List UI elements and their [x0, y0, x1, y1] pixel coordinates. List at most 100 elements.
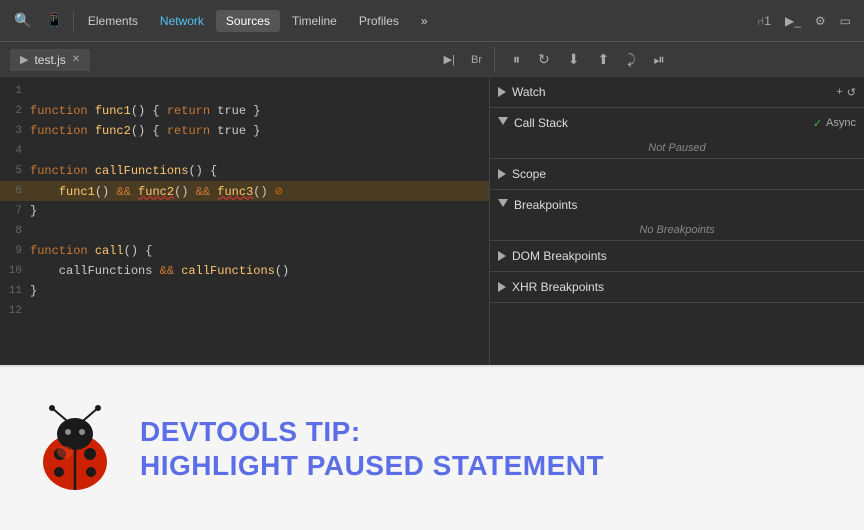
- file-tab-close-button[interactable]: ✕: [72, 54, 80, 65]
- code-line-10: 10 callFunctions && callFunctions(): [0, 261, 489, 281]
- code-line-5: 5 function callFunctions() {: [0, 161, 489, 181]
- debug-toolbar: ▶ test.js ✕ ▶| Br ⏸ ↻ ⬇ ⬆ ⤸ ⏯: [0, 41, 864, 77]
- breakpoints-header[interactable]: Breakpoints: [490, 190, 864, 220]
- settings-icon[interactable]: ⚙: [810, 12, 831, 30]
- code-line-4: 4: [0, 141, 489, 161]
- tab-elements[interactable]: Elements: [78, 10, 148, 32]
- line-number: 6: [0, 185, 30, 197]
- search-icon[interactable]: 🔍: [8, 8, 37, 33]
- line-number: 8: [0, 225, 30, 237]
- breakpoints-triangle-icon: [498, 199, 508, 212]
- breakpoints-status: No Breakpoints: [490, 220, 864, 240]
- dom-breakpoints-header[interactable]: DOM Breakpoints: [490, 241, 864, 271]
- line-number: 4: [0, 145, 30, 157]
- checkmark-icon: ✓: [813, 117, 822, 130]
- line-number: 11: [0, 285, 30, 297]
- file-tab[interactable]: ▶ test.js ✕: [10, 49, 90, 71]
- breakpoints-label: Breakpoints: [514, 198, 856, 212]
- toolbar-separator: [73, 11, 74, 31]
- watch-label: Watch: [512, 85, 830, 99]
- step-out-button[interactable]: ⬆: [591, 47, 615, 72]
- call-stack-header[interactable]: Call Stack ✓ Async: [490, 108, 864, 138]
- tip-text-container: DevTools Tip: Highlight Paused Statement: [140, 415, 604, 482]
- line-number: 3: [0, 125, 30, 137]
- thread-indicator[interactable]: ⑁1: [752, 12, 776, 30]
- code-line-6: 6 func1() && func2() && func3() ⊘: [0, 181, 489, 201]
- watch-section: Watch + ↺: [490, 77, 864, 108]
- line-number: 12: [0, 305, 30, 317]
- line-number: 1: [0, 85, 30, 97]
- line-number: 7: [0, 205, 30, 217]
- scope-header[interactable]: Scope: [490, 159, 864, 189]
- line-number: 10: [0, 265, 30, 277]
- code-line-3: 3 function func2() { return true }: [0, 121, 489, 141]
- line-content: }: [30, 204, 37, 218]
- line-content: callFunctions && callFunctions(): [30, 264, 289, 278]
- right-panel: Watch + ↺ Call Stack ✓ Async Not Paused: [490, 77, 864, 365]
- console-icon[interactable]: ▶_: [780, 12, 806, 30]
- line-number: 9: [0, 245, 30, 257]
- line-content: function callFunctions() {: [30, 164, 217, 178]
- xhr-breakpoints-label: XHR Breakpoints: [512, 280, 856, 294]
- code-line-7: 7 }: [0, 201, 489, 221]
- code-line-9: 9 function call() {: [0, 241, 489, 261]
- watch-refresh-button[interactable]: ↺: [847, 86, 856, 99]
- call-stack-label: Call Stack: [514, 116, 807, 130]
- async-label: Async: [826, 117, 856, 129]
- watch-triangle-icon: [498, 87, 506, 97]
- async-checkbox-area[interactable]: ✓ Async: [813, 117, 856, 130]
- xhr-breakpoints-header[interactable]: XHR Breakpoints: [490, 272, 864, 302]
- code-line-2: 2 function func1() { return true }: [0, 101, 489, 121]
- code-lines: 1 2 function func1() { return true } 3 f…: [0, 77, 489, 325]
- code-editor[interactable]: 1 2 function func1() { return true } 3 f…: [0, 77, 490, 365]
- tab-network[interactable]: Network: [150, 10, 214, 32]
- debug-controls-left: ▶ test.js ✕ ▶| Br: [4, 49, 494, 71]
- call-stack-triangle-icon: [498, 117, 508, 130]
- dom-breakpoints-label: DOM Breakpoints: [512, 249, 856, 263]
- ladybug-icon: [30, 404, 120, 494]
- step-into-button[interactable]: ⬇: [562, 47, 586, 72]
- pause-on-exception-button[interactable]: ⏯: [648, 47, 671, 72]
- xhr-breakpoints-triangle-icon: [498, 282, 506, 292]
- step-over-button[interactable]: ↻: [532, 47, 556, 72]
- scope-section: Scope: [490, 159, 864, 190]
- dock-icon[interactable]: ▭: [835, 12, 856, 30]
- watch-actions: + ↺: [836, 86, 856, 99]
- line-content: function call() {: [30, 244, 152, 258]
- line-content: func1() && func2() && func3() ⊘: [30, 184, 283, 199]
- line-number: 5: [0, 165, 30, 177]
- code-line-11: 11 }: [0, 281, 489, 301]
- call-stack-status: Not Paused: [490, 138, 864, 158]
- debug-pretty-print-icon[interactable]: Br: [465, 50, 488, 70]
- file-tab-name: test.js: [34, 53, 65, 67]
- dom-breakpoints-section: DOM Breakpoints: [490, 241, 864, 272]
- tip-title: DevTools Tip:: [140, 415, 604, 449]
- mobile-icon[interactable]: 📱: [39, 8, 68, 33]
- debug-format-icon[interactable]: ▶|: [438, 49, 461, 70]
- tab-timeline[interactable]: Timeline: [282, 10, 347, 32]
- watch-header[interactable]: Watch + ↺: [490, 77, 864, 107]
- tab-more[interactable]: »: [411, 10, 438, 32]
- deactivate-breakpoints-button[interactable]: ⤸: [621, 47, 641, 72]
- scope-triangle-icon: [498, 169, 506, 179]
- line-content: }: [30, 284, 37, 298]
- tip-subtitle: Highlight Paused Statement: [140, 449, 604, 483]
- tab-sources[interactable]: Sources: [216, 10, 280, 32]
- main-toolbar: 🔍 📱 Elements Network Sources Timeline Pr…: [0, 0, 864, 41]
- watch-add-button[interactable]: +: [836, 86, 842, 99]
- tab-profiles[interactable]: Profiles: [349, 10, 409, 32]
- code-line-1: 1: [0, 81, 489, 101]
- pause-button[interactable]: ⏸: [507, 47, 526, 72]
- call-stack-section: Call Stack ✓ Async Not Paused: [490, 108, 864, 159]
- code-line-8: 8: [0, 221, 489, 241]
- line-content: function func1() { return true }: [30, 104, 260, 118]
- dom-breakpoints-triangle-icon: [498, 251, 506, 261]
- main-area: 1 2 function func1() { return true } 3 f…: [0, 77, 864, 365]
- line-content: function func2() { return true }: [30, 124, 260, 138]
- breakpoints-section: Breakpoints No Breakpoints: [490, 190, 864, 241]
- code-line-12: 12: [0, 301, 489, 321]
- line-number: 2: [0, 105, 30, 117]
- file-run-icon: ▶: [20, 53, 28, 66]
- tip-section: DevTools Tip: Highlight Paused Statement: [0, 365, 864, 530]
- xhr-breakpoints-section: XHR Breakpoints: [490, 272, 864, 303]
